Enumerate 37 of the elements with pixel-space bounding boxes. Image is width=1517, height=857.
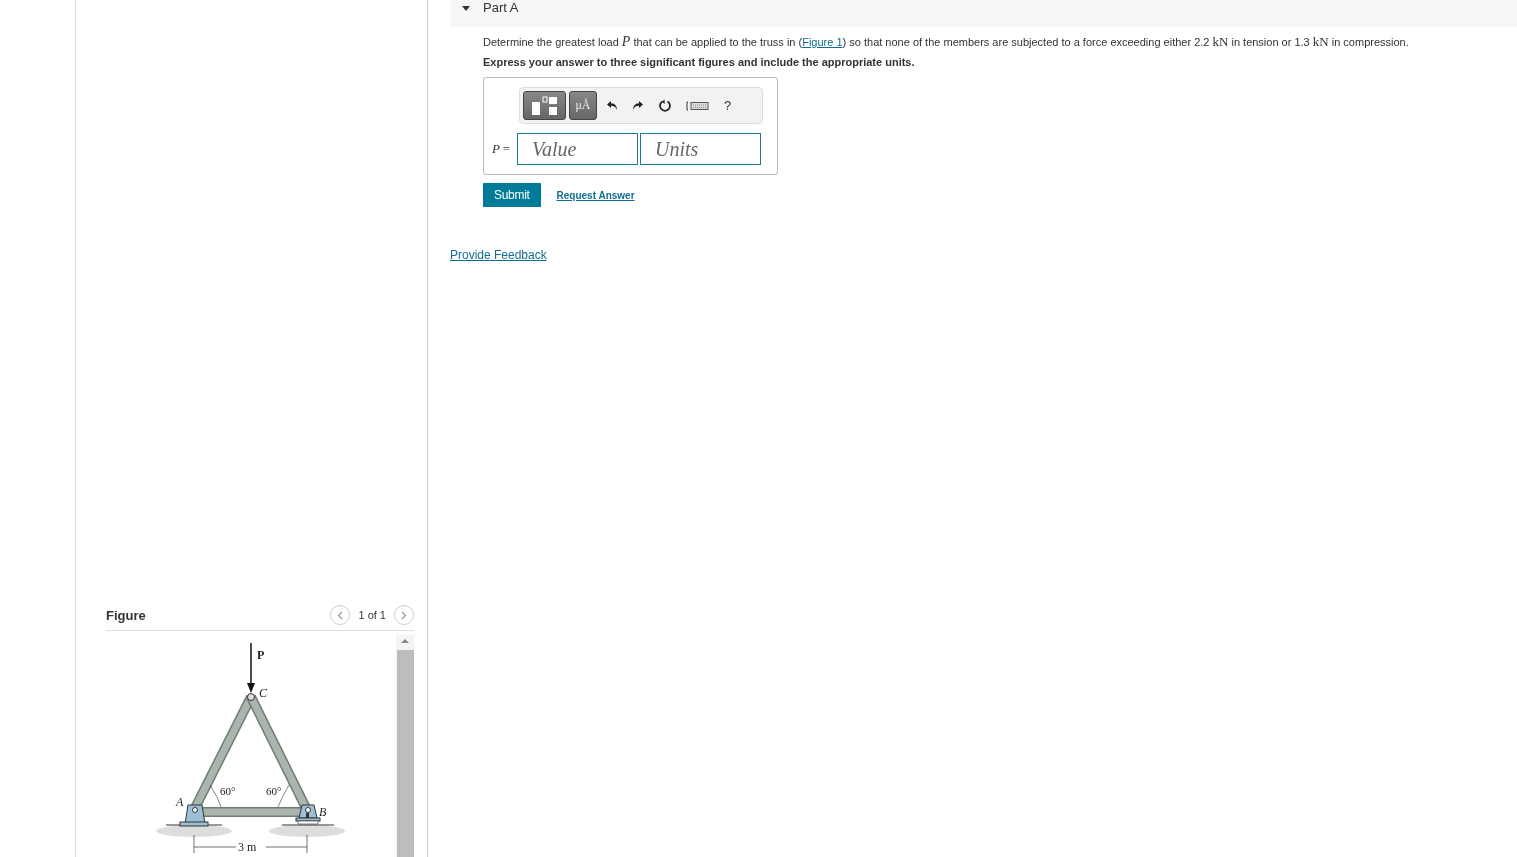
dimension-label: 3 m — [238, 840, 257, 854]
keyboard-button[interactable] — [686, 100, 710, 111]
figure-link[interactable]: Figure 1 — [802, 36, 843, 48]
units-field[interactable]: Units — [640, 133, 761, 165]
templates-button[interactable] — [523, 91, 566, 120]
template-icon — [530, 95, 559, 116]
reset-icon — [658, 98, 672, 113]
scroll-up-icon[interactable] — [400, 638, 410, 644]
submit-button[interactable]: Submit — [483, 183, 541, 207]
question-text: Determine the greatest load P that can be applied to the truss in (Figure 1) so that none of the members are subjected to a force exceeding either 2.2 kN in tension or 1.3 kN in compression. — [483, 35, 1410, 49]
undo-icon — [606, 100, 618, 111]
keyboard-icon — [686, 100, 710, 111]
angle-label: 60° — [220, 785, 236, 797]
point-label: B — [319, 805, 327, 819]
page-counter: 1 of 1 — [358, 609, 386, 621]
load-label: P — [257, 648, 265, 662]
variable-label: P = — [492, 141, 511, 157]
point-label: A — [176, 795, 184, 809]
units-button[interactable]: μÅ — [569, 91, 597, 120]
chevron-left-icon — [337, 610, 344, 620]
caret-icon[interactable] — [462, 6, 470, 11]
load-arrow — [247, 642, 255, 693]
angle-label: 60° — [266, 785, 282, 797]
point-label: C — [259, 686, 267, 700]
part-title[interactable]: Part A — [483, 1, 519, 15]
redo-icon — [632, 100, 644, 111]
redo-button[interactable] — [632, 100, 644, 111]
scrollbar[interactable] — [396, 635, 414, 857]
value-field[interactable]: Value — [517, 133, 638, 165]
request-answer-link[interactable]: Request Answer — [556, 189, 635, 201]
undo-button[interactable] — [606, 100, 618, 111]
help-button[interactable]: ? — [724, 98, 732, 113]
reset-button[interactable] — [658, 98, 672, 113]
feedback-link[interactable]: Provide Feedback — [450, 248, 547, 262]
chevron-right-icon — [401, 610, 407, 620]
figure-title: Figure — [106, 607, 147, 623]
instruction-text: Express your answer to three significant figures and include the appropriate units. — [483, 56, 916, 68]
